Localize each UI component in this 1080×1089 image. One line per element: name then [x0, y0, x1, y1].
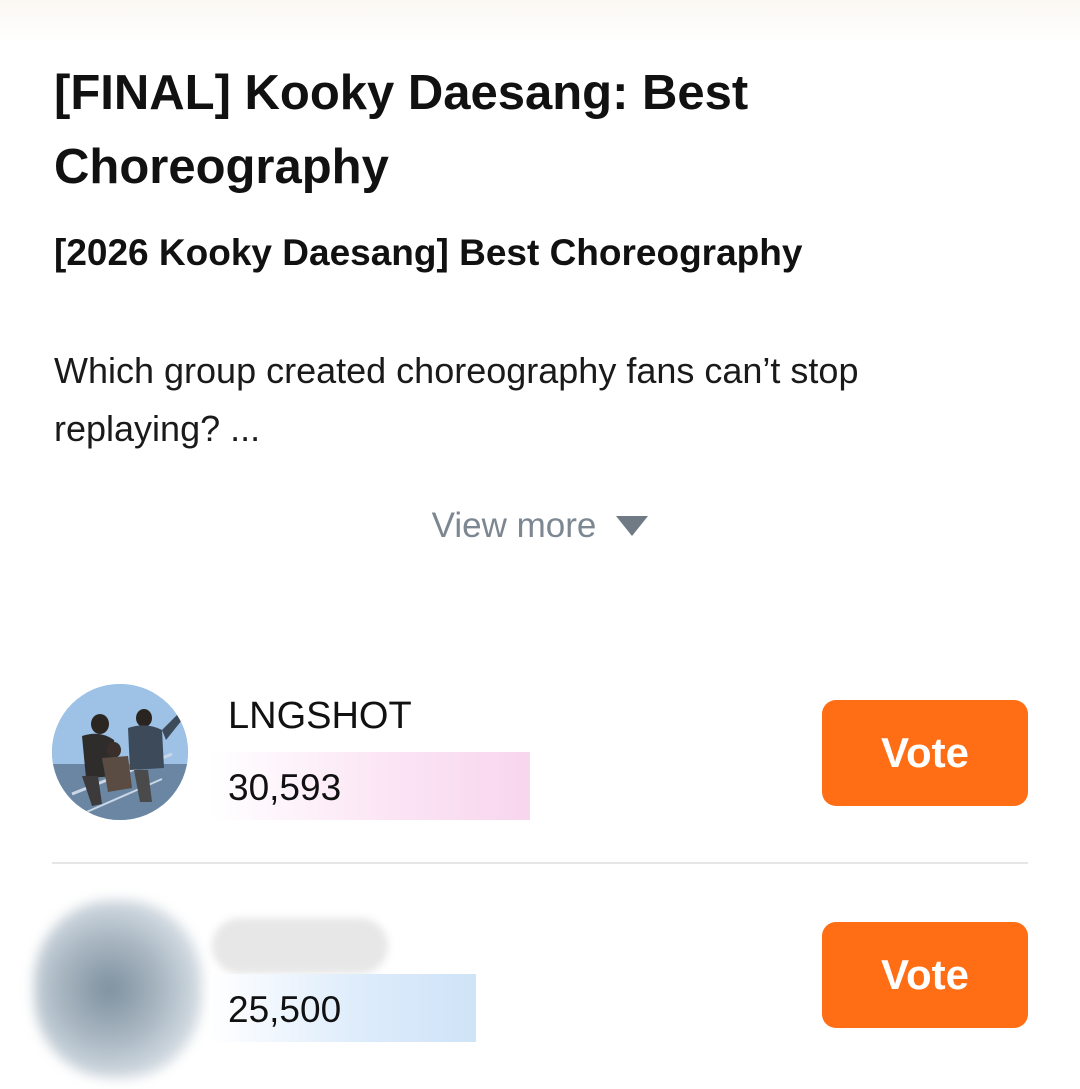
triangle-down-icon: [616, 516, 649, 536]
group-photo-icon: [52, 684, 188, 820]
vote-button[interactable]: Vote: [822, 700, 1028, 806]
poll-description: Which group created choreography fans ca…: [54, 350, 859, 449]
candidate-avatar: [34, 900, 202, 1078]
poll-page: [FINAL] Kooky Daesang: Best Choreography…: [0, 0, 1080, 1089]
candidate-name-obscured: [212, 918, 388, 974]
poll-subtitle: [2026 Kooky Daesang] Best Choreography: [54, 232, 803, 273]
poll-title: [FINAL] Kooky Daesang: Best Choreography: [54, 66, 749, 194]
top-strip: [0, 0, 1080, 44]
vote-count: 30,593: [228, 767, 342, 808]
view-more-button[interactable]: View more: [0, 506, 1080, 546]
divider: [52, 862, 1028, 864]
vote-button[interactable]: Vote: [822, 922, 1028, 1028]
vote-count: 25,500: [228, 989, 342, 1030]
view-more-label: View more: [431, 506, 597, 545]
candidate-name: LNGSHOT: [228, 695, 412, 737]
candidate-row: LNGSHOT 30,593 Vote: [0, 684, 1080, 834]
candidate-avatar: [52, 684, 188, 820]
candidate-row: 25,500 Vote: [0, 900, 1080, 1078]
